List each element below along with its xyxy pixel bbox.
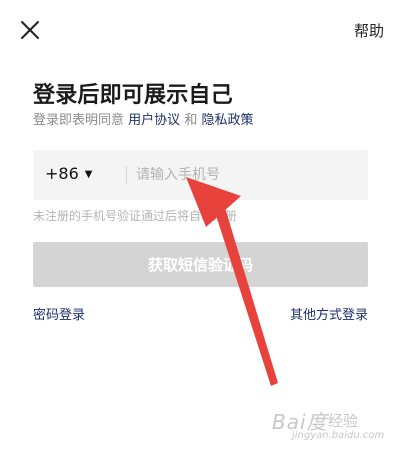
annotation-arrow	[186, 177, 278, 386]
user-agreement-link[interactable]: 用户协议	[128, 113, 180, 128]
other-login-link[interactable]: 其他方式登录	[290, 304, 368, 323]
country-code-selector[interactable]: +86 ▼	[45, 164, 92, 183]
arrow-shaft	[213, 201, 278, 386]
help-link[interactable]: 帮助	[354, 20, 384, 41]
register-hint: 未注册的手机号验证通过后将自动注册	[33, 209, 238, 223]
phone-input[interactable]	[136, 161, 356, 189]
watermark-url: jingyan.baidu.com	[292, 430, 385, 441]
get-sms-code-button[interactable]: 获取短信验证码	[33, 242, 368, 287]
phone-field: +86 ▼	[33, 150, 368, 200]
agreement-prefix: 登录即表明同意	[33, 113, 125, 128]
agreement-and: 和	[184, 113, 198, 128]
divider	[126, 166, 127, 184]
page-title: 登录后即可展示自己	[33, 83, 233, 108]
watermark-text: 经验	[328, 412, 359, 430]
privacy-policy-link[interactable]: 隐私政策	[201, 113, 253, 128]
top-bar: 帮助	[0, 0, 400, 62]
caret-down-icon: ▼	[84, 169, 93, 180]
close-icon[interactable]	[18, 18, 42, 42]
password-login-link[interactable]: 密码登录	[33, 304, 85, 323]
country-code: +86	[45, 164, 79, 183]
agreement-text: 登录即表明同意 用户协议 和 隐私政策	[33, 109, 253, 128]
